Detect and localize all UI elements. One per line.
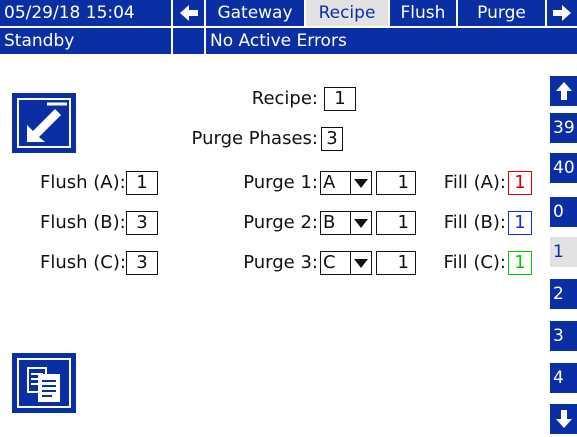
- fill-b-field[interactable]: 1: [508, 211, 532, 235]
- purge-3-field[interactable]: 1: [376, 251, 416, 275]
- tab-prev-button[interactable]: [173, 0, 204, 26]
- purge-3-select[interactable]: C: [320, 251, 372, 275]
- recipe-item-40[interactable]: 40: [550, 153, 577, 183]
- tab-gateway[interactable]: Gateway: [206, 0, 304, 26]
- edit-icon: [17, 98, 71, 148]
- purge-phases-field[interactable]: 3: [321, 127, 343, 151]
- recipe-field[interactable]: 1: [324, 87, 356, 111]
- recipe-item-3[interactable]: 3: [550, 321, 577, 351]
- flush-b-field[interactable]: 3: [126, 211, 158, 235]
- flush-c-label: Flush (C):: [40, 252, 126, 273]
- recipe-item-1[interactable]: 1: [550, 237, 577, 267]
- purge-2-label: Purge 2:: [243, 212, 318, 233]
- edit-button[interactable]: [12, 93, 76, 153]
- purge-2-select-value: B: [323, 212, 336, 233]
- status-indicator: [173, 28, 204, 54]
- tab-next-button[interactable]: [547, 0, 577, 26]
- purge-1-select[interactable]: A: [320, 171, 372, 195]
- purge-3-select-value: C: [323, 252, 336, 273]
- arrow-down-icon: [555, 410, 572, 428]
- flush-c-field[interactable]: 3: [126, 251, 158, 275]
- flush-a-field[interactable]: 1: [126, 171, 158, 195]
- dropdown-arrow-icon: [350, 172, 371, 194]
- status-text: Standby: [0, 28, 171, 54]
- arrow-right-icon: [553, 5, 571, 21]
- errors-text: No Active Errors: [206, 28, 577, 54]
- purge-phases-label: Purge Phases:: [191, 128, 318, 149]
- tab-flush[interactable]: Flush: [390, 0, 456, 26]
- dropdown-arrow-icon: [350, 252, 371, 274]
- recipe-item-2[interactable]: 2: [550, 279, 577, 309]
- flush-b-label: Flush (B):: [40, 212, 126, 233]
- purge-1-field[interactable]: 1: [376, 171, 416, 195]
- fill-c-field[interactable]: 1: [508, 251, 532, 275]
- purge-1-select-value: A: [323, 172, 336, 193]
- recipe-item-39[interactable]: 39: [550, 113, 577, 143]
- scroll-up-button[interactable]: [550, 76, 577, 106]
- recipe-item-4[interactable]: 4: [550, 363, 577, 393]
- tab-purge[interactable]: Purge: [458, 0, 545, 26]
- scroll-down-button[interactable]: [550, 404, 577, 434]
- purge-3-label: Purge 3:: [243, 252, 318, 273]
- flush-a-label: Flush (A):: [40, 172, 126, 193]
- fill-b-label: Fill (B):: [443, 212, 506, 233]
- copy-button[interactable]: [12, 353, 76, 413]
- fill-c-label: Fill (C):: [443, 252, 506, 273]
- dropdown-arrow-icon: [350, 212, 371, 234]
- recipe-label: Recipe:: [251, 88, 318, 109]
- recipe-item-0[interactable]: 0: [550, 197, 577, 227]
- tab-recipe[interactable]: Recipe: [306, 0, 388, 26]
- purge-2-select[interactable]: B: [320, 211, 372, 235]
- arrow-up-icon: [555, 82, 572, 100]
- copy-icon: [17, 358, 71, 408]
- fill-a-field[interactable]: 1: [508, 171, 532, 195]
- datetime: 05/29/18 15:04: [0, 0, 171, 26]
- arrow-left-icon: [179, 5, 198, 21]
- purge-1-label: Purge 1:: [243, 172, 318, 193]
- fill-a-label: Fill (A):: [443, 172, 506, 193]
- purge-2-field[interactable]: 1: [376, 211, 416, 235]
